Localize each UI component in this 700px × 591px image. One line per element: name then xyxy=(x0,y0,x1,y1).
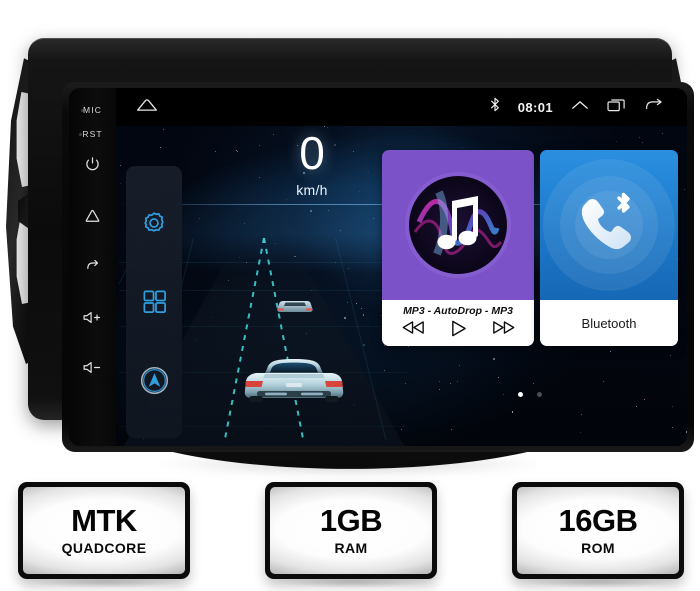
home-icon xyxy=(137,98,157,111)
spec-badge-rom-label: ROM xyxy=(581,540,615,556)
product-photo: MIC RST 08:01 0 km/h MP3 - AutoDrop - MP… xyxy=(0,0,700,591)
volume-up-button[interactable] xyxy=(69,306,116,328)
launcher-dock xyxy=(126,166,182,438)
car-rear-icon xyxy=(244,359,344,402)
play-button[interactable] xyxy=(449,320,468,342)
sidebar-item-all-apps[interactable] xyxy=(134,282,174,322)
recent-apps-button[interactable] xyxy=(607,98,626,117)
back-arrow-icon xyxy=(645,98,662,109)
bluetooth-label: Bluetooth xyxy=(581,315,637,331)
expand-notifications-button[interactable] xyxy=(571,98,589,116)
album-art xyxy=(382,150,534,300)
spec-badge-cpu-label: QUADCORE xyxy=(61,540,147,556)
spec-badge-ram: 1GB RAM xyxy=(265,482,437,579)
page-dot-active[interactable] xyxy=(518,392,523,397)
gear-icon xyxy=(144,212,164,232)
apps-grid-icon xyxy=(143,290,166,314)
home-page-indicator xyxy=(382,392,678,397)
power-icon xyxy=(86,156,99,170)
bluetooth-icon xyxy=(490,97,499,112)
status-bar-right: 08:01 xyxy=(490,97,687,117)
speed-value: 0 xyxy=(299,127,325,179)
sidebar-item-settings[interactable] xyxy=(134,203,174,243)
speedometer: 0 km/h xyxy=(252,130,372,198)
bluetooth-status-icon xyxy=(490,97,500,117)
badge-face: 1GB RAM xyxy=(270,487,432,574)
home-icon xyxy=(85,209,100,222)
back-icon xyxy=(87,259,99,269)
spec-badge-ram-label: RAM xyxy=(334,540,368,556)
spec-badge-cpu: MTK QUADCORE xyxy=(18,482,190,579)
clock: 08:01 xyxy=(517,99,553,115)
reset-label: RST xyxy=(82,129,103,139)
now-playing-title: MP3 - AutoDrop - MP3 xyxy=(403,304,513,317)
spec-badge-row: MTK QUADCORE 1GB RAM 16GB ROM xyxy=(0,476,700,588)
music-widget[interactable]: MP3 - AutoDrop - MP3 xyxy=(382,150,534,346)
android-status-bar: 08:01 xyxy=(116,88,687,126)
volume-down-button[interactable] xyxy=(69,356,116,378)
bluetooth-phone-icon xyxy=(581,192,631,250)
previous-track-icon xyxy=(402,320,424,334)
volume-up-icon xyxy=(83,311,101,323)
spec-badge-cpu-value: MTK xyxy=(71,503,137,538)
chevron-up-icon xyxy=(572,101,588,109)
page-dot-inactive[interactable] xyxy=(537,392,542,397)
play-icon xyxy=(451,320,466,336)
next-track-button[interactable] xyxy=(492,320,516,342)
music-note-icon xyxy=(405,172,511,278)
previous-track-button[interactable] xyxy=(401,320,425,342)
statusbar-home-button[interactable] xyxy=(136,98,158,117)
badge-face: 16GB ROM xyxy=(517,487,679,574)
volume-down-icon xyxy=(83,361,101,373)
road-car-distant xyxy=(274,296,316,316)
navigation-compass-icon xyxy=(140,367,168,395)
sidebar-item-navigation[interactable] xyxy=(134,361,174,401)
recent-apps-icon xyxy=(607,98,625,111)
music-controls-bar: MP3 - AutoDrop - MP3 xyxy=(382,300,534,346)
spec-badge-rom-value: 16GB xyxy=(558,503,638,538)
speed-unit: km/h xyxy=(296,182,328,198)
spec-badge-ram-value: 1GB xyxy=(319,503,383,538)
bluetooth-label-bar: Bluetooth xyxy=(540,300,678,346)
car-rear-icon xyxy=(277,301,313,312)
head-unit-glass: MIC RST 08:01 0 km/h MP3 - AutoDrop - MP… xyxy=(69,88,687,446)
physical-key-strip: MIC RST xyxy=(69,88,116,446)
head-unit-body: MIC RST 08:01 0 km/h MP3 - AutoDrop - MP… xyxy=(28,38,694,452)
power-button[interactable] xyxy=(69,152,116,174)
base-drop-shadow xyxy=(150,455,550,477)
statusbar-back-button[interactable] xyxy=(644,98,663,117)
road-car-near xyxy=(239,350,349,406)
bluetooth-widget[interactable]: Bluetooth xyxy=(540,150,678,346)
badge-face: MTK QUADCORE xyxy=(23,487,185,574)
back-button[interactable] xyxy=(69,254,116,276)
home-button[interactable] xyxy=(69,204,116,226)
spec-badge-rom: 16GB ROM xyxy=(512,482,684,579)
status-bar-left xyxy=(116,98,158,117)
next-track-icon xyxy=(492,320,514,334)
transport-controls xyxy=(401,320,516,342)
bluetooth-tile-art xyxy=(540,150,678,300)
mic-label: MIC xyxy=(83,105,102,115)
